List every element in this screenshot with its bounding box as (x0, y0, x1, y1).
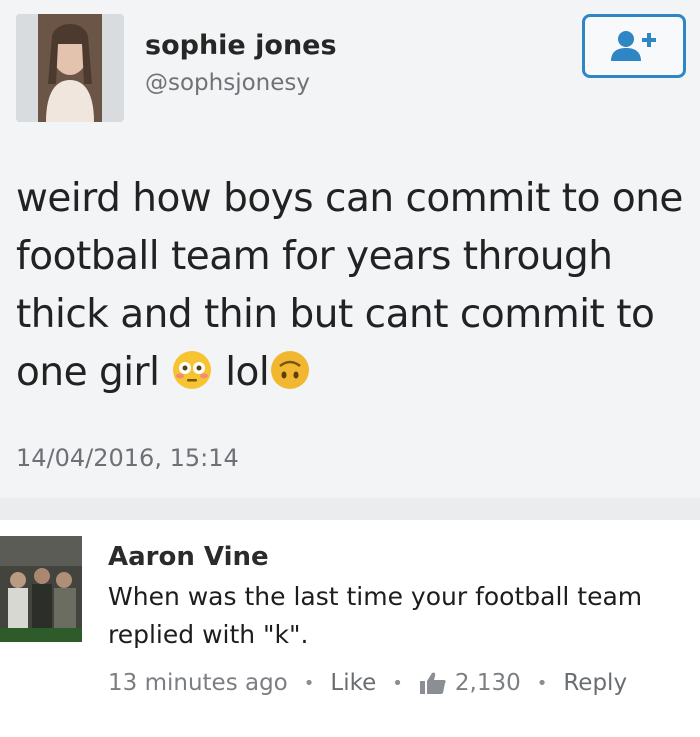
flushed-face-emoji (173, 351, 212, 389)
thumbs-up-icon (419, 672, 446, 694)
like-link[interactable]: Like (330, 670, 376, 696)
tweet-text-lol: lol (213, 350, 270, 395)
avatar-photo (0, 536, 82, 642)
separator-dot: • (392, 672, 403, 694)
comment-actions: 13 minutes ago • Like • 2,130 • Reply (108, 668, 627, 698)
like-count[interactable]: 2,130 (419, 670, 521, 696)
follow-person-plus-icon (611, 31, 656, 61)
section-divider (0, 498, 700, 520)
user-handle[interactable]: @sophsjonesy (145, 70, 310, 96)
upside-down-face-emoji (271, 351, 310, 389)
comment-author[interactable]: Aaron Vine (108, 542, 269, 572)
comment-text: When was the last time your football tea… (108, 582, 643, 649)
follow-button[interactable] (582, 14, 686, 78)
tweet-timestamp: 14/04/2016, 15:14 (16, 444, 239, 472)
reply-link[interactable]: Reply (563, 670, 627, 696)
tweet-text-main: weird how boys can commit to one footbal… (16, 176, 683, 395)
comment-time[interactable]: 13 minutes ago (108, 670, 288, 696)
display-name[interactable]: sophie jones (145, 30, 337, 61)
tweet-avatar[interactable] (16, 14, 124, 122)
avatar-photo (16, 14, 124, 122)
comment-avatar[interactable] (0, 536, 82, 642)
comment: Aaron Vine When was the last time your f… (0, 520, 700, 737)
tweet-card: sophie jones @sophsjonesy weird how boys… (0, 0, 700, 498)
like-count-value: 2,130 (454, 670, 521, 696)
separator-dot: • (303, 672, 315, 694)
separator-dot: • (536, 672, 548, 694)
tweet-text: weird how boys can commit to one footbal… (16, 170, 696, 402)
